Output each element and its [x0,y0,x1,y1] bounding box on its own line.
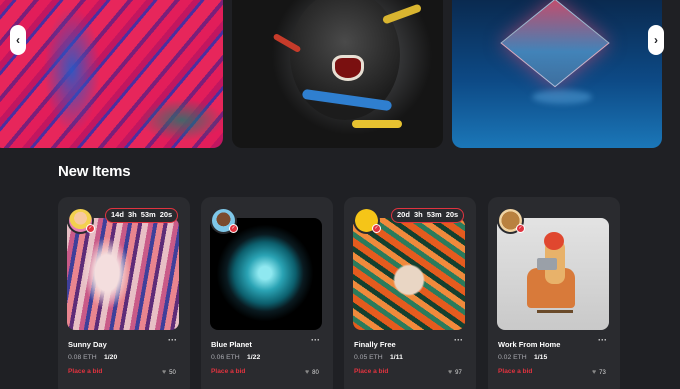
section-title-new-items: New Items [58,163,131,180]
cube-reflection [532,90,592,104]
artwork-laptop [537,258,557,270]
nft-artwork[interactable] [497,218,609,330]
paint-stroke [352,120,402,128]
nft-artwork[interactable] [210,218,322,330]
verified-check-icon: ✓ [86,224,95,233]
nft-name[interactable]: Work From Home [498,340,560,349]
nft-price: 0.02 ETH [498,354,527,361]
more-options-icon[interactable]: ··· [454,335,463,345]
timer-days: 14d [111,210,124,219]
carousel-slide-fluid-art[interactable] [0,0,223,148]
face-mouth [332,55,364,81]
more-options-icon[interactable]: ··· [598,335,607,345]
nft-price: 0.05 ETH [354,354,383,361]
paint-stroke [381,3,423,25]
timer-seconds: 20s [445,210,459,219]
chevron-left-icon: ‹ [16,33,20,47]
place-bid-link[interactable]: Place a bid [354,368,388,375]
verified-check-icon: ✓ [372,224,381,233]
nft-artwork[interactable] [67,218,179,330]
heart-icon: ♥ [592,369,597,376]
countdown-timer: 20d 3h 53m 20s [391,208,465,223]
like-button[interactable]: ♥ 73 [592,369,606,376]
nft-artwork[interactable] [353,218,465,330]
carousel-next-button[interactable]: › [648,25,664,55]
more-options-icon[interactable]: ··· [168,335,177,345]
nft-price: 0.08 ETH [68,354,97,361]
nft-quantity: 1/20 [104,354,118,361]
countdown-timer: 14d 3h 53m 20s [105,208,179,223]
nft-name[interactable]: Sunny Day [68,340,107,349]
verified-check-icon: ✓ [516,224,525,233]
like-count: 73 [599,369,606,376]
place-bid-link[interactable]: Place a bid [498,368,532,375]
nft-card[interactable]: ✓ 14d 3h 53m 20s Sunny Day ··· 0.08 ETH … [58,197,190,389]
heart-icon: ♥ [448,369,453,376]
place-bid-link[interactable]: Place a bid [211,368,245,375]
timer-seconds: 20s [159,210,173,219]
like-count: 97 [455,369,462,376]
nft-card[interactable]: ✓ 20d 3h 53m 20s Finally Free ··· 0.05 E… [344,197,476,389]
nft-quantity: 1/22 [247,354,261,361]
nft-card[interactable]: ✓ Blue Planet ··· 0.06 ETH 1/22 Place a … [201,197,333,389]
like-count: 50 [169,369,176,376]
carousel-slide-glass-cube[interactable] [452,0,662,148]
verified-check-icon: ✓ [229,224,238,233]
more-options-icon[interactable]: ··· [311,335,320,345]
nft-card[interactable]: ✓ Work From Home ··· 0.02 ETH 1/15 Place… [488,197,620,389]
artwork-chair-legs [537,310,573,313]
timer-hours: 3h [127,210,137,219]
nft-name[interactable]: Finally Free [354,340,396,349]
place-bid-link[interactable]: Place a bid [68,368,102,375]
carousel-prev-button[interactable]: ‹ [10,25,26,55]
heart-icon: ♥ [305,369,310,376]
like-button[interactable]: ♥ 80 [305,369,319,376]
glass-cube-image [500,0,610,88]
nft-name[interactable]: Blue Planet [211,340,252,349]
carousel-slide-painted-face[interactable] [232,0,443,148]
like-count: 80 [312,369,319,376]
like-button[interactable]: ♥ 50 [162,369,176,376]
nft-quantity: 1/15 [534,354,548,361]
timer-minutes: 53m [140,210,156,219]
timer-hours: 3h [413,210,423,219]
artwork-hair [544,232,564,250]
chevron-right-icon: › [654,33,658,47]
hero-carousel: ‹ › [0,0,680,148]
heart-icon: ♥ [162,369,167,376]
timer-minutes: 53m [426,210,442,219]
like-button[interactable]: ♥ 97 [448,369,462,376]
nft-price: 0.06 ETH [211,354,240,361]
timer-days: 20d [397,210,410,219]
nft-quantity: 1/11 [390,354,403,361]
